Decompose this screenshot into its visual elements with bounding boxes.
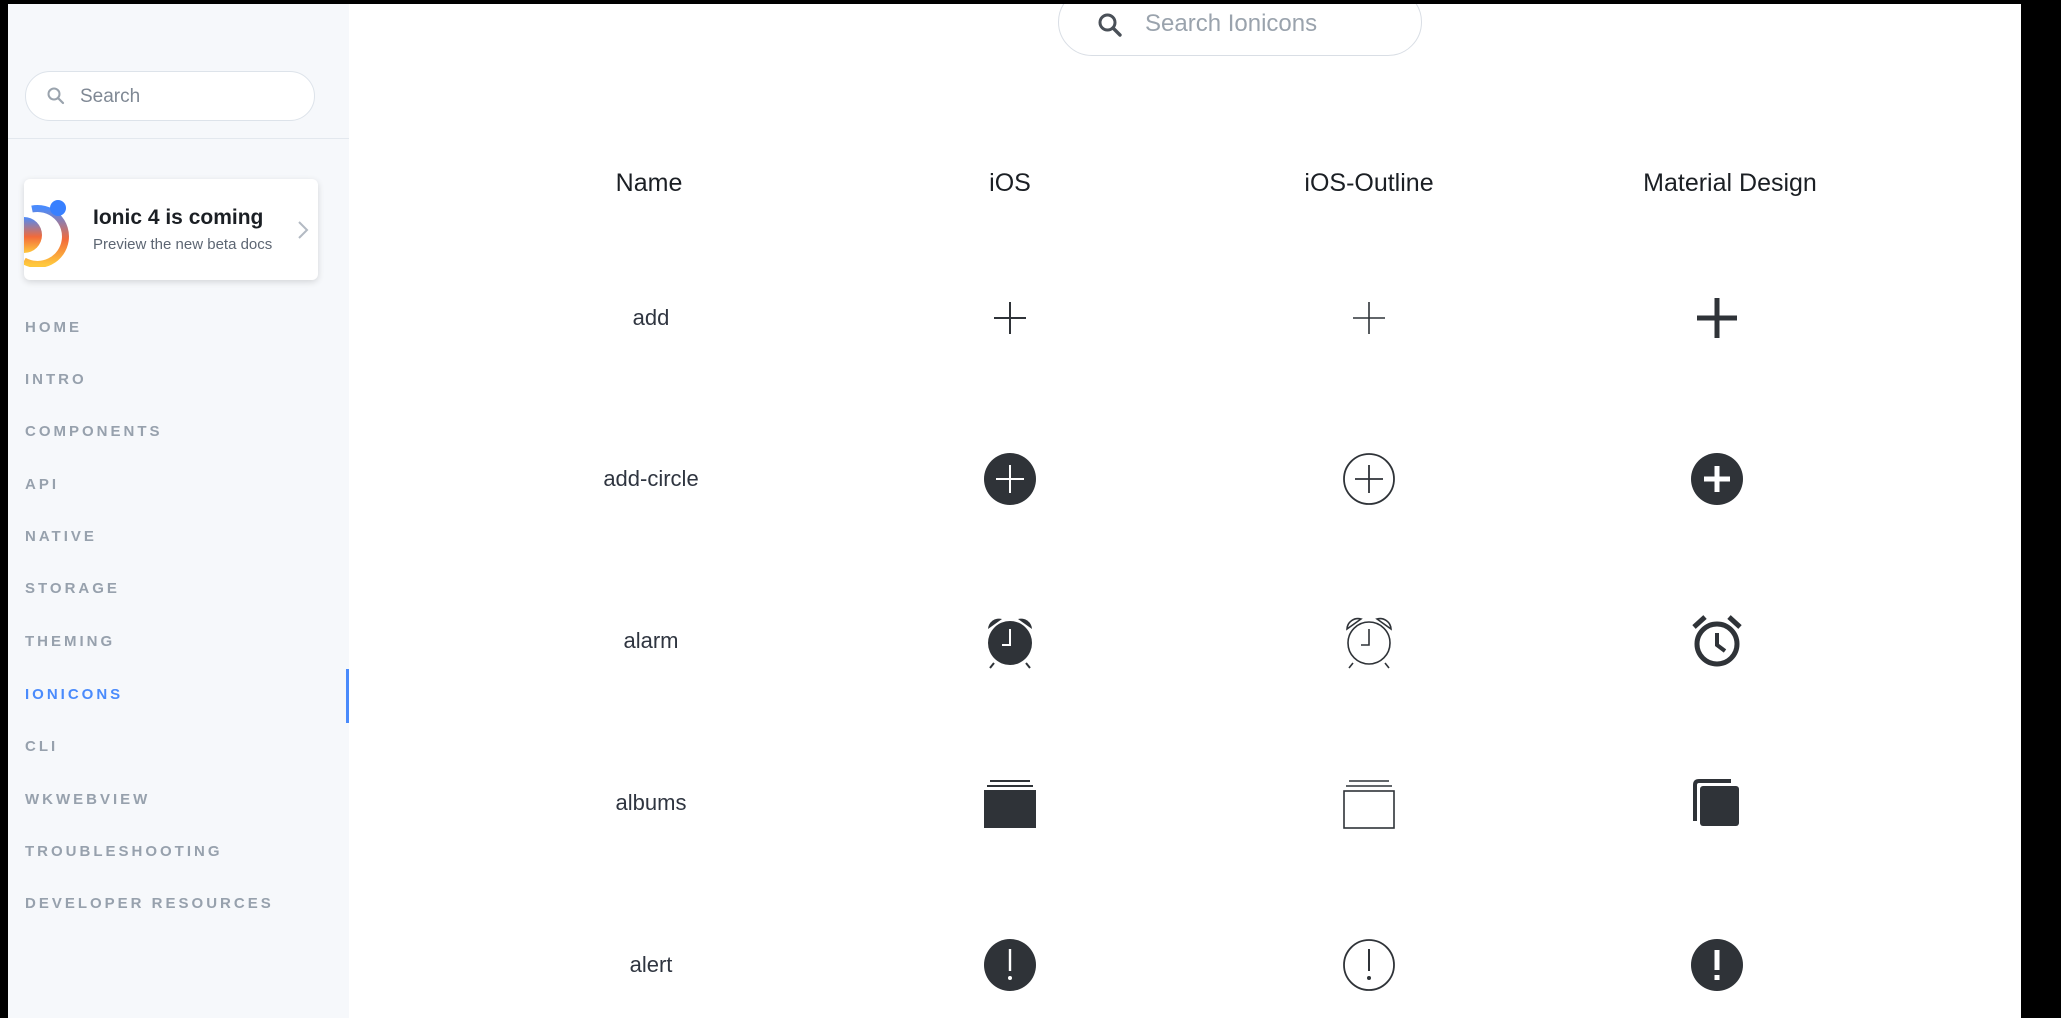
alert-md-icon[interactable] <box>1687 935 1747 995</box>
column-header-name: Name <box>615 169 683 197</box>
icon-name-add: add <box>632 305 670 330</box>
promo-title: Ionic 4 is coming <box>93 206 264 229</box>
sidebar-divider <box>8 138 349 139</box>
icon-name-alarm: alarm <box>623 628 679 653</box>
icon-name-alert: alert <box>629 952 673 977</box>
nav-item-home[interactable]: HOME <box>25 315 82 341</box>
albums-md-icon[interactable] <box>1687 773 1747 833</box>
nav-item-native[interactable]: NATIVE <box>25 524 97 550</box>
albums-ios-outline-icon[interactable] <box>1339 773 1399 833</box>
nav-item-wkwebview[interactable]: WKWEBVIEW <box>25 787 150 813</box>
nav-item-api[interactable]: API <box>25 472 59 498</box>
nav-item-developer-resources[interactable]: DEVELOPER RESOURCES <box>25 891 274 917</box>
nav-item-theming[interactable]: THEMING <box>25 629 115 655</box>
alert-ios-icon[interactable] <box>980 935 1040 995</box>
add-circle-md-icon[interactable] <box>1687 449 1747 509</box>
search-icon <box>1098 13 1122 37</box>
nav-item-components[interactable]: COMPONENTS <box>25 419 163 445</box>
nav-item-troubleshooting[interactable]: TROUBLESHOOTING <box>25 839 223 865</box>
ionicons-search-input[interactable] <box>1143 7 1397 41</box>
column-header-ios: iOS <box>989 169 1031 197</box>
icon-name-add-circle: add-circle <box>603 466 699 491</box>
add-ios-icon[interactable] <box>980 288 1040 348</box>
ionic-logo-icon <box>24 200 69 267</box>
alert-ios-outline-icon[interactable] <box>1339 935 1399 995</box>
icon-name-albums: albums <box>615 790 687 815</box>
add-md-icon[interactable] <box>1687 288 1747 348</box>
add-circle-ios-outline-icon[interactable] <box>1339 449 1399 509</box>
search-icon <box>47 87 65 105</box>
albums-ios-icon[interactable] <box>980 773 1040 833</box>
chevron-right-icon <box>298 221 309 239</box>
column-header-material-design: Material Design <box>1643 169 1817 197</box>
alarm-md-icon[interactable] <box>1687 611 1747 671</box>
nav-item-storage[interactable]: STORAGE <box>25 576 120 602</box>
nav-item-intro[interactable]: INTRO <box>25 367 87 393</box>
add-circle-ios-icon[interactable] <box>980 449 1040 509</box>
sidebar-search-input[interactable] <box>78 83 302 111</box>
ionic-4-promo-card[interactable]: Ionic 4 is coming Preview the new beta d… <box>24 179 318 280</box>
ionicons-search[interactable] <box>1058 4 1422 56</box>
nav-item-cli[interactable]: CLI <box>25 734 58 760</box>
promo-subtitle: Preview the new beta docs <box>93 236 273 253</box>
sidebar-search[interactable] <box>25 71 315 121</box>
sidebar: Ionic 4 is coming Preview the new beta d… <box>8 4 349 1018</box>
alarm-ios-outline-icon[interactable] <box>1339 611 1399 671</box>
alarm-ios-icon[interactable] <box>980 611 1040 671</box>
add-ios-outline-icon[interactable] <box>1339 288 1399 348</box>
main-content: Name iOS iOS-Outline Material Design add… <box>349 4 2021 1018</box>
nav-item-ionicons[interactable]: IONICONS <box>25 682 123 708</box>
column-header-ios-outline: iOS-Outline <box>1304 169 1434 197</box>
